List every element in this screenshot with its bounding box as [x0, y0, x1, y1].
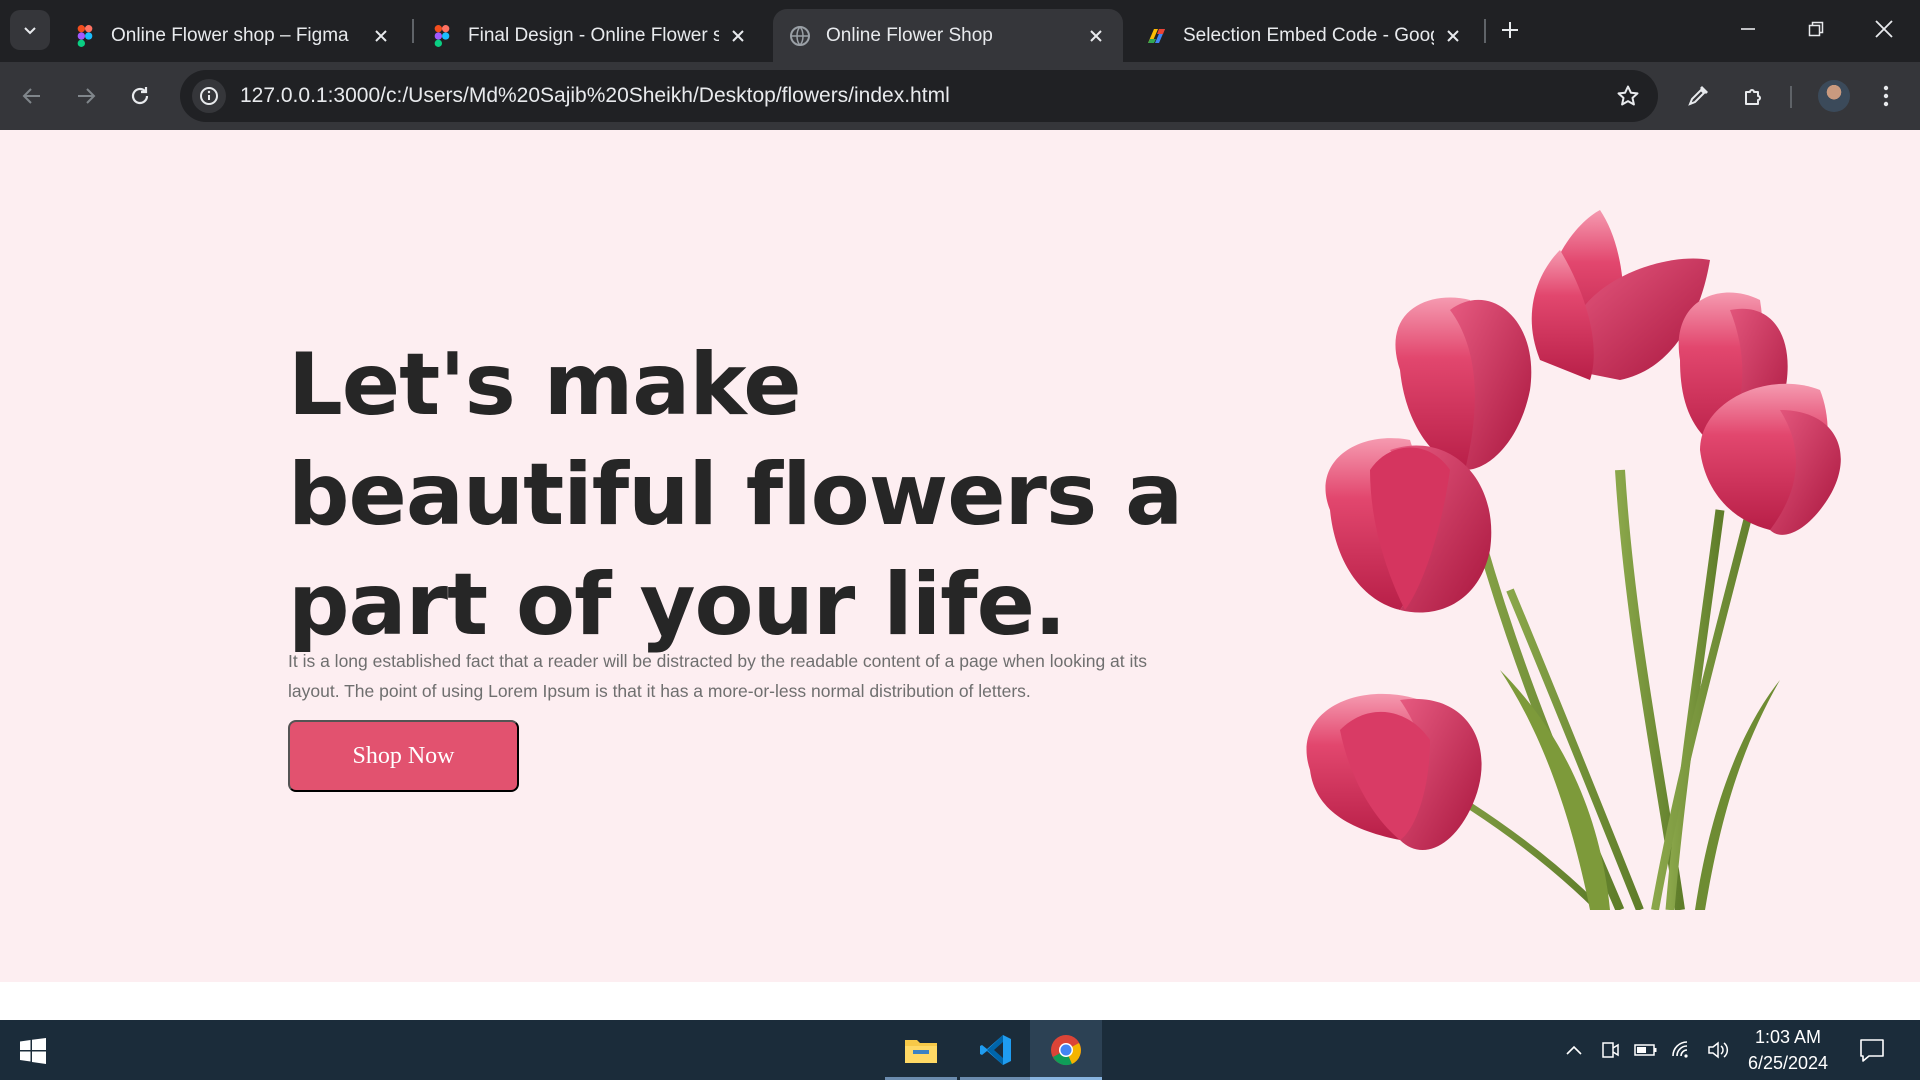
arrow-left-icon — [22, 88, 40, 104]
hero-heading-line: part of your life. — [288, 555, 1067, 655]
minimize-button[interactable] — [1714, 0, 1782, 58]
close-icon[interactable] — [1085, 25, 1107, 47]
plus-icon — [1502, 22, 1518, 38]
clock-date: 6/25/2024 — [1747, 1053, 1829, 1073]
folder-icon — [905, 1040, 937, 1063]
hero-section: Let's make beautiful flowers a part of y… — [0, 130, 1920, 982]
new-tab-button[interactable] — [1494, 14, 1526, 46]
notification-center-icon[interactable] — [1858, 1036, 1886, 1064]
tab-title: Online Flower shop – Figma — [111, 24, 349, 46]
close-icon[interactable] — [370, 25, 392, 47]
info-icon[interactable] — [192, 79, 226, 113]
tab-title: Online Flower Shop — [826, 24, 993, 46]
hero-heading-line: beautiful flowers a — [288, 445, 1183, 545]
globe-icon — [789, 25, 811, 47]
tab-separator — [412, 19, 414, 43]
system-clock[interactable]: 1:03 AM 6/25/2024 — [1740, 1024, 1836, 1076]
vs-code-app[interactable] — [960, 1020, 1032, 1080]
clock-time: 1:03 AM — [1754, 1027, 1822, 1047]
figma-icon — [74, 24, 96, 47]
browser-toolbar: 127.0.0.1:3000/c:/Users/Md%20Sajib%20She… — [0, 62, 1920, 130]
windows-start-icon[interactable] — [20, 1038, 46, 1064]
tab-title: Selection Embed Code - Google — [1183, 24, 1434, 46]
tab-figma-2[interactable]: Final Design - Online Flower shop — [415, 9, 765, 62]
reload-button[interactable] — [120, 76, 160, 116]
tulip-left-upper — [1395, 297, 1532, 470]
tab-separator — [1484, 19, 1486, 43]
tab-online-flower-shop[interactable]: Online Flower Shop — [773, 9, 1123, 62]
chevron-up-icon[interactable] — [1562, 1038, 1586, 1062]
page-viewport: Let's make beautiful flowers a part of y… — [0, 130, 1920, 1020]
close-icon — [1875, 20, 1893, 38]
battery-icon[interactable] — [1634, 1038, 1658, 1062]
tab-search-button[interactable] — [10, 10, 50, 50]
google-apps-icon — [1146, 25, 1168, 47]
chevron-down-icon — [24, 27, 36, 35]
volume-icon[interactable] — [1706, 1038, 1730, 1062]
minimize-icon — [1741, 28, 1755, 30]
menu-kebab-icon[interactable] — [1866, 76, 1906, 116]
tab-strip: Online Flower shop – Figma Final Design … — [0, 0, 1920, 62]
address-bar[interactable]: 127.0.0.1:3000/c:/Users/Md%20Sajib%20She… — [180, 70, 1658, 122]
eyedropper-icon[interactable] — [1678, 76, 1718, 116]
wifi-icon[interactable] — [1670, 1038, 1694, 1062]
back-button[interactable] — [12, 76, 52, 116]
tab-selection-embed-code[interactable]: Selection Embed Code - Google — [1130, 9, 1480, 62]
vscode-icon — [980, 1035, 1011, 1065]
url-host: 127.0.0.1 — [240, 84, 328, 107]
arrow-right-icon — [78, 88, 96, 104]
meet-now-icon[interactable] — [1598, 1038, 1622, 1062]
shop-now-button[interactable]: Shop Now — [288, 720, 519, 792]
extensions-puzzle-icon[interactable] — [1734, 76, 1774, 116]
close-icon[interactable] — [727, 25, 749, 47]
url-text: 127.0.0.1:3000/c:/Users/Md%20Sajib%20She… — [240, 84, 950, 108]
hero-heading: Let's make beautiful flowers a part of y… — [288, 330, 1188, 660]
bookmark-star-icon[interactable] — [1612, 80, 1644, 112]
taskbar: 1:03 AM 6/25/2024 — [0, 1020, 1920, 1080]
chrome-app[interactable] — [1030, 1020, 1102, 1080]
close-window-button[interactable] — [1850, 0, 1918, 58]
figma-icon — [431, 24, 453, 47]
hero-description: It is a long established fact that a rea… — [288, 651, 1148, 701]
url-path: :3000/c:/Users/Md%20Sajib%20Sheikh/Deskt… — [327, 84, 950, 107]
reload-icon — [131, 87, 149, 105]
tulip-bouquet-image — [1306, 210, 1841, 910]
tab-figma-1[interactable]: Online Flower shop – Figma — [58, 9, 408, 62]
tab-title: Final Design - Online Flower shop — [468, 24, 719, 46]
chrome-icon — [1051, 1035, 1081, 1066]
tulip-bottom — [1306, 693, 1482, 850]
hero-heading-line: Let's make — [288, 335, 802, 435]
close-icon[interactable] — [1442, 25, 1464, 47]
restore-icon — [1808, 21, 1824, 37]
forward-button[interactable] — [66, 76, 106, 116]
profile-avatar[interactable] — [1818, 80, 1850, 112]
file-explorer-app[interactable] — [885, 1020, 957, 1080]
toolbar-separator — [1790, 86, 1792, 108]
restore-button[interactable] — [1782, 0, 1850, 58]
